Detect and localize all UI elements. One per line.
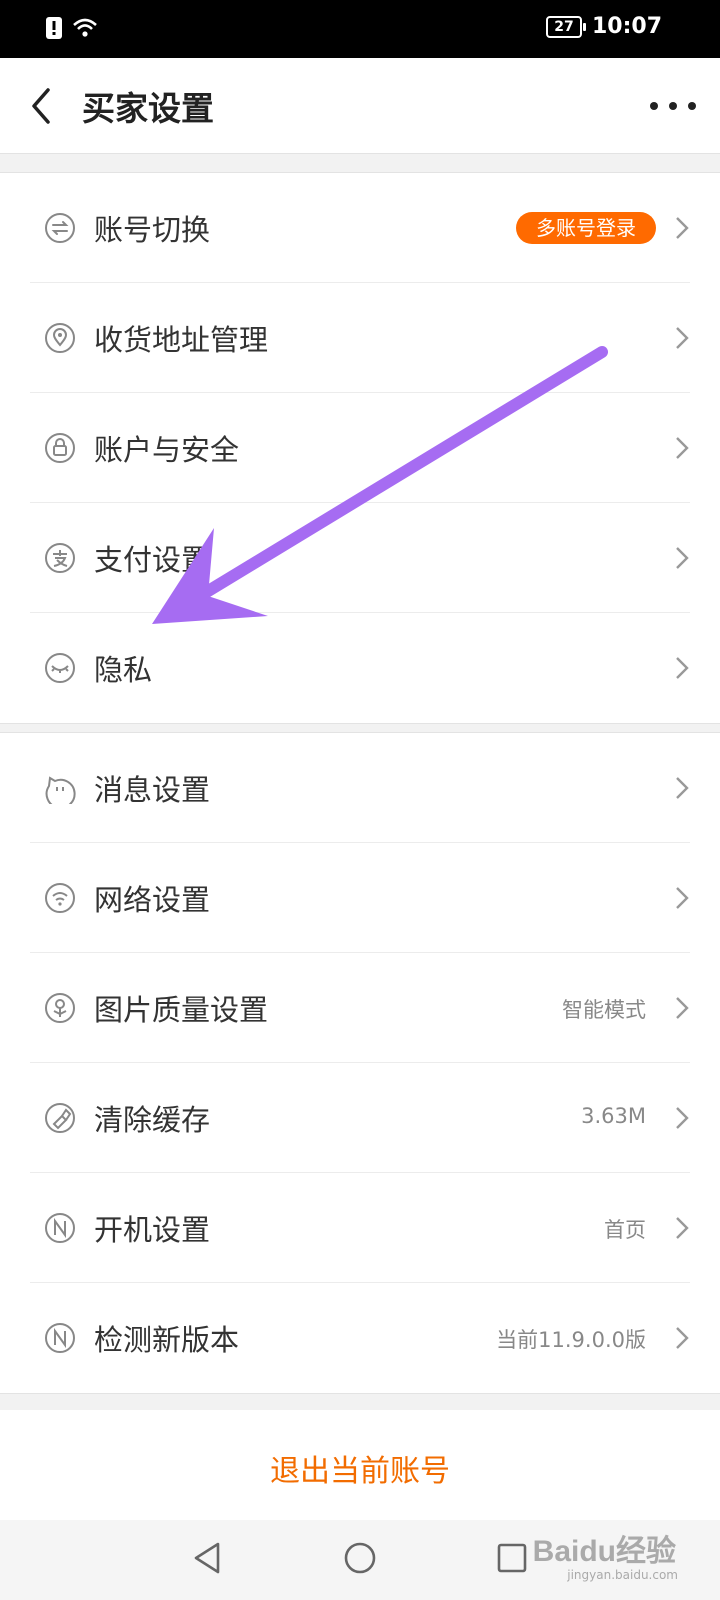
baidu-watermark: Baidu经验 [532,1535,676,1568]
nav-home-icon[interactable] [342,1540,378,1576]
chevron-right-icon [676,887,689,909]
chevron-right-icon [676,1217,689,1239]
image-quality-icon [45,993,75,1023]
lock-icon [45,433,75,463]
row-label: 账户与安全 [94,433,240,467]
row-address-management[interactable]: 收货地址管理 [30,283,690,393]
chevron-right-icon [676,1327,689,1349]
battery-icon: 27 [545,15,586,38]
logout-button[interactable]: 退出当前账号 [0,1410,720,1520]
more-options-icon[interactable] [648,94,698,118]
eye-closed-icon [45,653,75,683]
chevron-right-icon [676,1107,689,1129]
row-network-settings[interactable]: 网络设置 [30,843,690,953]
clear-cache-icon [45,1103,75,1133]
location-icon [45,323,75,353]
wifi-icon [45,883,75,913]
settings-group-general: 消息设置 网络设置 图片质量设置 智能模式 清除缓存 3.63M 开机设置 首页… [0,732,720,1394]
row-label: 开机设置 [94,1213,211,1247]
chevron-right-icon [676,997,689,1019]
status-icons-right: 27 10:07 [545,14,662,39]
app-header: 买家设置 [0,58,720,154]
nav-recent-icon[interactable] [496,1542,528,1574]
chevron-right-icon [676,437,689,459]
row-label: 清除缓存 [94,1103,211,1137]
baidu-watermark-url: jingyan.baidu.com [567,1568,678,1582]
logout-label: 退出当前账号 [270,1454,450,1489]
message-icon [45,776,76,804]
chevron-right-icon [676,777,689,799]
chevron-right-icon [676,327,689,349]
startup-icon [45,1213,75,1243]
back-arrow-icon[interactable] [26,86,58,126]
row-value: 智能模式 [562,998,646,1022]
row-clear-cache[interactable]: 清除缓存 3.63M [30,1063,690,1173]
status-time: 10:07 [591,14,662,39]
row-label: 图片质量设置 [94,993,269,1027]
row-label: 隐私 [94,653,153,687]
row-account-security[interactable]: 账户与安全 [30,393,690,503]
row-label: 网络设置 [94,883,211,917]
page-title: 买家设置 [82,89,214,128]
row-label: 消息设置 [94,773,211,807]
row-value: 3.63M [581,1104,646,1128]
row-startup-settings[interactable]: 开机设置 首页 [30,1173,690,1283]
notification-alert-icon [46,17,62,39]
row-privacy[interactable]: 隐私 [30,613,690,723]
status-icons-left [46,17,98,39]
wifi-status-icon [73,18,97,37]
row-account-switch[interactable]: 账号切换 多账号登录 [30,173,690,283]
status-bar: 27 10:07 [0,0,720,58]
chevron-right-icon [676,547,689,569]
nav-back-icon[interactable] [190,1540,226,1576]
row-label: 账号切换 [94,213,211,247]
row-label: 检测新版本 [94,1323,240,1357]
version-icon [45,1323,75,1353]
switch-icon [45,213,75,243]
row-payment-settings[interactable]: 支付设置 [30,503,690,613]
row-label: 支付设置 [94,543,211,577]
chevron-right-icon [676,217,689,239]
row-label: 收货地址管理 [94,323,269,357]
row-check-version[interactable]: 检测新版本 当前11.9.0.0版 [30,1283,690,1393]
row-message-settings[interactable]: 消息设置 [30,733,690,843]
settings-group-account: 账号切换 多账号登录 收货地址管理 账户与安全 支付设置 隐私 [0,172,720,724]
chevron-right-icon [676,657,689,679]
multi-account-badge[interactable]: 多账号登录 [516,212,656,244]
row-value: 首页 [604,1218,646,1242]
pay-icon [45,543,75,573]
row-image-quality[interactable]: 图片质量设置 智能模式 [30,953,690,1063]
row-value: 当前11.9.0.0版 [496,1328,646,1352]
